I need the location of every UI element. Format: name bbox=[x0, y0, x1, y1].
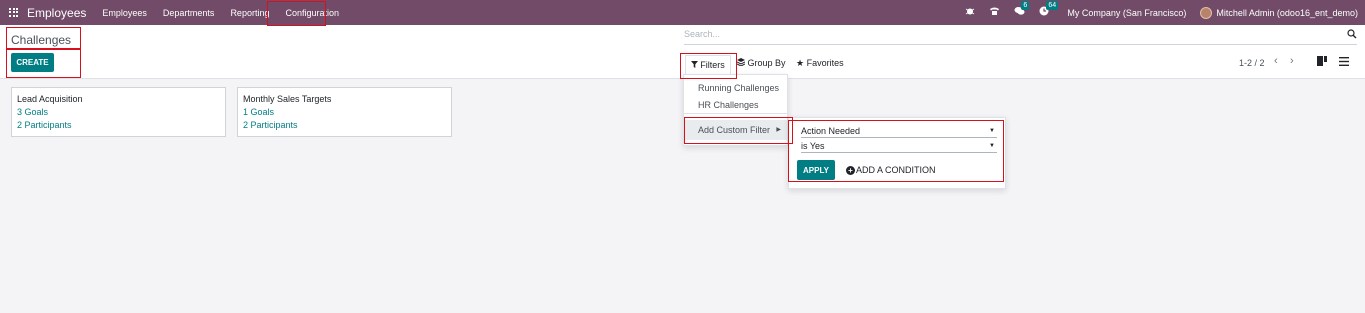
card-participants[interactable]: 2 Participants bbox=[243, 119, 446, 132]
add-custom-filter-label: Add Custom Filter bbox=[698, 125, 771, 135]
search-bar bbox=[684, 29, 1357, 45]
menu-reporting[interactable]: Reporting bbox=[230, 8, 269, 18]
field-select[interactable]: Action Needed ▼ bbox=[801, 126, 997, 138]
top-navbar: Employees Employees Departments Reportin… bbox=[0, 0, 1365, 25]
group-by-button[interactable]: Group By bbox=[736, 58, 786, 68]
kanban-card[interactable]: Monthly Sales Targets 1 Goals 2 Particip… bbox=[237, 87, 452, 137]
activity-badge: 64 bbox=[1046, 1, 1059, 10]
favorites-button[interactable]: ★ Favorites bbox=[796, 58, 844, 69]
card-goals[interactable]: 3 Goals bbox=[17, 106, 220, 119]
navbar-systray: 6 64 My Company (San Francisco) Mitchell… bbox=[965, 0, 1365, 25]
search-icon[interactable] bbox=[1347, 29, 1357, 41]
apply-button[interactable]: APPLY bbox=[797, 160, 835, 180]
caret-right-icon: ▶ bbox=[776, 127, 781, 133]
add-condition-label: ADD A CONDITION bbox=[856, 165, 936, 175]
menu-configuration[interactable]: Configuration bbox=[285, 8, 339, 18]
filter-icon bbox=[691, 60, 699, 70]
favorites-label: Favorites bbox=[806, 58, 844, 68]
filters-label: Filters bbox=[700, 60, 725, 70]
field-select-value: Action Needed bbox=[801, 126, 861, 136]
chat-icon[interactable]: 6 bbox=[1014, 1, 1030, 19]
phone-icon[interactable] bbox=[989, 6, 1000, 19]
avatar[interactable] bbox=[1200, 6, 1213, 19]
chevron-right-icon[interactable]: › bbox=[1290, 55, 1294, 67]
caret-down-icon: ▼ bbox=[989, 128, 995, 134]
dropdown-divider bbox=[684, 113, 787, 114]
create-button[interactable]: CREATE bbox=[11, 53, 54, 72]
clock-icon[interactable]: 64 bbox=[1039, 1, 1059, 19]
card-title: Monthly Sales Targets bbox=[243, 94, 332, 104]
pager-value[interactable]: 1-2 / 2 bbox=[1239, 58, 1265, 68]
plus-circle-icon: + bbox=[846, 165, 855, 175]
search-input[interactable] bbox=[684, 29, 1324, 39]
chat-badge: 6 bbox=[1021, 1, 1030, 10]
kanban-view-icon[interactable] bbox=[1316, 55, 1328, 67]
card-goals[interactable]: 1 Goals bbox=[243, 106, 446, 119]
custom-filter-panel: Action Needed ▼ is Yes ▼ APPLY + ADD A C… bbox=[788, 117, 1006, 189]
caret-down-icon: ▼ bbox=[989, 143, 995, 149]
add-custom-filter[interactable]: Add Custom Filter ▶ bbox=[684, 120, 787, 140]
add-condition-button[interactable]: + ADD A CONDITION bbox=[846, 165, 936, 175]
operator-select[interactable]: is Yes ▼ bbox=[801, 141, 997, 153]
filter-hr-challenges[interactable]: HR Challenges bbox=[698, 100, 759, 110]
operator-select-value: is Yes bbox=[801, 141, 825, 151]
company-switcher[interactable]: My Company (San Francisco) bbox=[1067, 8, 1186, 18]
card-title: Lead Acquisition bbox=[17, 94, 83, 104]
menu-departments[interactable]: Departments bbox=[163, 8, 215, 18]
control-panel: Challenges CREATE Filters Group By ★ Fav… bbox=[0, 25, 1365, 79]
app-brand[interactable]: Employees bbox=[27, 6, 86, 20]
menu-employees[interactable]: Employees bbox=[102, 8, 147, 18]
chevron-left-icon[interactable]: ‹ bbox=[1274, 55, 1278, 67]
page-title: Challenges bbox=[11, 33, 72, 47]
list-view-icon[interactable] bbox=[1338, 55, 1350, 67]
apps-icon[interactable] bbox=[9, 7, 19, 18]
filters-button[interactable]: Filters bbox=[685, 55, 731, 74]
bug-icon[interactable] bbox=[965, 6, 975, 19]
user-menu[interactable]: Mitchell Admin (odoo16_ent_demo) bbox=[1216, 8, 1358, 18]
layers-icon bbox=[736, 58, 748, 68]
kanban-card[interactable]: Lead Acquisition 3 Goals 2 Participants bbox=[11, 87, 226, 137]
filters-dropdown: Running Challenges HR Challenges Add Cus… bbox=[683, 74, 788, 146]
filter-running-challenges[interactable]: Running Challenges bbox=[698, 83, 779, 93]
group-by-label: Group By bbox=[747, 58, 786, 68]
card-participants[interactable]: 2 Participants bbox=[17, 119, 220, 132]
star-icon: ★ bbox=[796, 58, 805, 68]
